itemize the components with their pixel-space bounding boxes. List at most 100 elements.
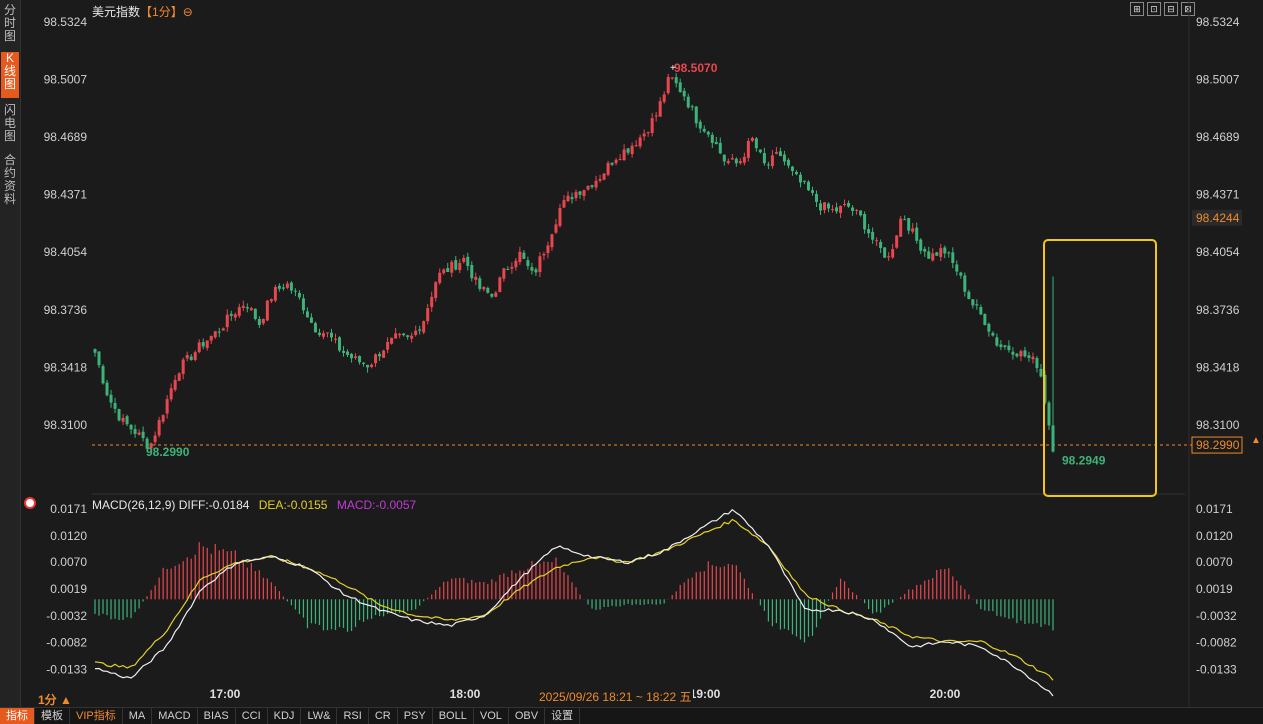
macd-value: MACD:-0.0057 <box>336 498 417 512</box>
candle-body <box>113 403 117 409</box>
candle-body <box>482 287 486 290</box>
candle-body <box>574 192 578 198</box>
candle-body <box>105 382 109 396</box>
indicator-tab-8[interactable]: LW& <box>301 708 338 724</box>
kline-chart[interactable]: 98.5324 98.5324 98.5007 98.5007 98.4689 98.46… <box>0 0 1263 707</box>
candle-body <box>173 379 177 390</box>
candle-body <box>518 251 522 262</box>
candle-body <box>426 308 430 322</box>
candle-body <box>233 314 237 318</box>
candle-body <box>446 268 450 273</box>
indicator-tab-11[interactable]: PSY <box>398 708 433 724</box>
macd-tick-right: 0.0070 <box>1196 555 1233 569</box>
candle-body <box>285 283 289 288</box>
indicator-tab-2[interactable]: VIP指标 <box>70 708 123 724</box>
candle-body <box>1019 351 1023 357</box>
candle-body <box>362 362 366 364</box>
candle-body <box>935 252 939 256</box>
macd-dea: DEA:-0.0155 <box>258 498 328 512</box>
macd-tick-right: 0.0019 <box>1196 582 1233 596</box>
indicator-tab-3[interactable]: MA <box>123 708 153 724</box>
candle-body <box>855 209 859 211</box>
candle-body <box>317 332 321 336</box>
indicator-tab-12[interactable]: BOLL <box>433 708 474 724</box>
candle-body <box>422 321 426 333</box>
candle-body <box>185 354 189 359</box>
candle-body <box>646 132 650 134</box>
candle-body <box>526 260 530 267</box>
candle-body <box>342 350 346 353</box>
macd-tick-right: -0.0133 <box>1196 663 1237 677</box>
candle-body <box>205 340 209 348</box>
indicator-tab-1[interactable]: 模板 <box>35 708 70 724</box>
candle-body <box>97 351 101 366</box>
candle-body <box>847 202 851 207</box>
price-tick-right: 98.5007 <box>1196 72 1240 86</box>
candle-body <box>778 151 782 156</box>
candle-body <box>726 161 730 164</box>
candle-body <box>1035 358 1039 369</box>
candle-body <box>454 260 458 270</box>
candle-body <box>987 323 991 332</box>
period-selector[interactable]: 1分 ▲ <box>38 691 72 708</box>
diff-line <box>94 508 1054 697</box>
candle-body <box>859 210 863 216</box>
candle-body <box>169 388 173 400</box>
candle-body <box>293 290 297 292</box>
indicator-tab-7[interactable]: KDJ <box>268 708 302 724</box>
candle-body <box>798 174 802 183</box>
candle-body <box>370 364 374 367</box>
candle-body <box>871 231 875 240</box>
candle-body <box>289 282 293 291</box>
candle-body <box>999 344 1003 348</box>
candle-body <box>951 252 955 263</box>
candle-body <box>442 269 446 274</box>
indicator-tab-13[interactable]: VOL <box>474 708 509 724</box>
crosshair-time: 2025/09/26 18:21 ~ 18:22 五 <box>537 688 694 705</box>
indicator-tab-5[interactable]: BIAS <box>198 708 236 724</box>
candle-body <box>983 313 987 326</box>
indicator-tab-15[interactable]: 设置 <box>545 708 581 724</box>
candle-body <box>714 142 718 145</box>
candle-body <box>374 354 378 364</box>
candle-body <box>494 292 498 297</box>
indicator-tab-4[interactable]: MACD <box>152 708 198 724</box>
candle-body <box>434 282 438 298</box>
candle-body <box>249 308 253 311</box>
candle-body <box>101 366 105 384</box>
candle-body <box>213 331 217 338</box>
candle-body <box>794 172 798 175</box>
candle-body <box>782 154 786 162</box>
candle-body <box>594 180 598 188</box>
candle-body <box>1047 402 1051 426</box>
candle-body <box>610 162 614 165</box>
candle-body <box>394 333 398 339</box>
candle-body <box>93 349 97 353</box>
indicator-tab-0[interactable]: 指标 <box>0 708 35 724</box>
candle-body <box>819 203 823 211</box>
macd-tick-right: -0.0082 <box>1196 636 1237 650</box>
candle-body <box>746 140 750 158</box>
candle-body <box>658 101 662 117</box>
candle-body <box>534 269 538 273</box>
candle-body <box>538 256 542 273</box>
candle-body <box>350 353 354 359</box>
candle-body <box>654 115 658 117</box>
candle-body <box>674 77 678 84</box>
price-tick-right: 98.3736 <box>1196 303 1240 317</box>
time-tick: 20:00 <box>930 687 961 701</box>
indicator-settings-icon[interactable] <box>24 497 36 509</box>
candle-body <box>943 247 947 254</box>
candle-body <box>281 287 285 289</box>
indicator-tab-14[interactable]: OBV <box>509 708 546 724</box>
candle-body <box>121 417 125 422</box>
indicator-tab-6[interactable]: CCI <box>236 708 268 724</box>
candle-body <box>414 330 418 335</box>
candle-body <box>614 159 618 164</box>
candle-body <box>321 333 325 337</box>
candle-body <box>730 158 734 160</box>
indicator-tab-10[interactable]: CR <box>369 708 398 724</box>
indicator-tab-9[interactable]: RSI <box>337 708 369 724</box>
candle-body <box>959 272 963 276</box>
candle-body <box>546 245 550 254</box>
